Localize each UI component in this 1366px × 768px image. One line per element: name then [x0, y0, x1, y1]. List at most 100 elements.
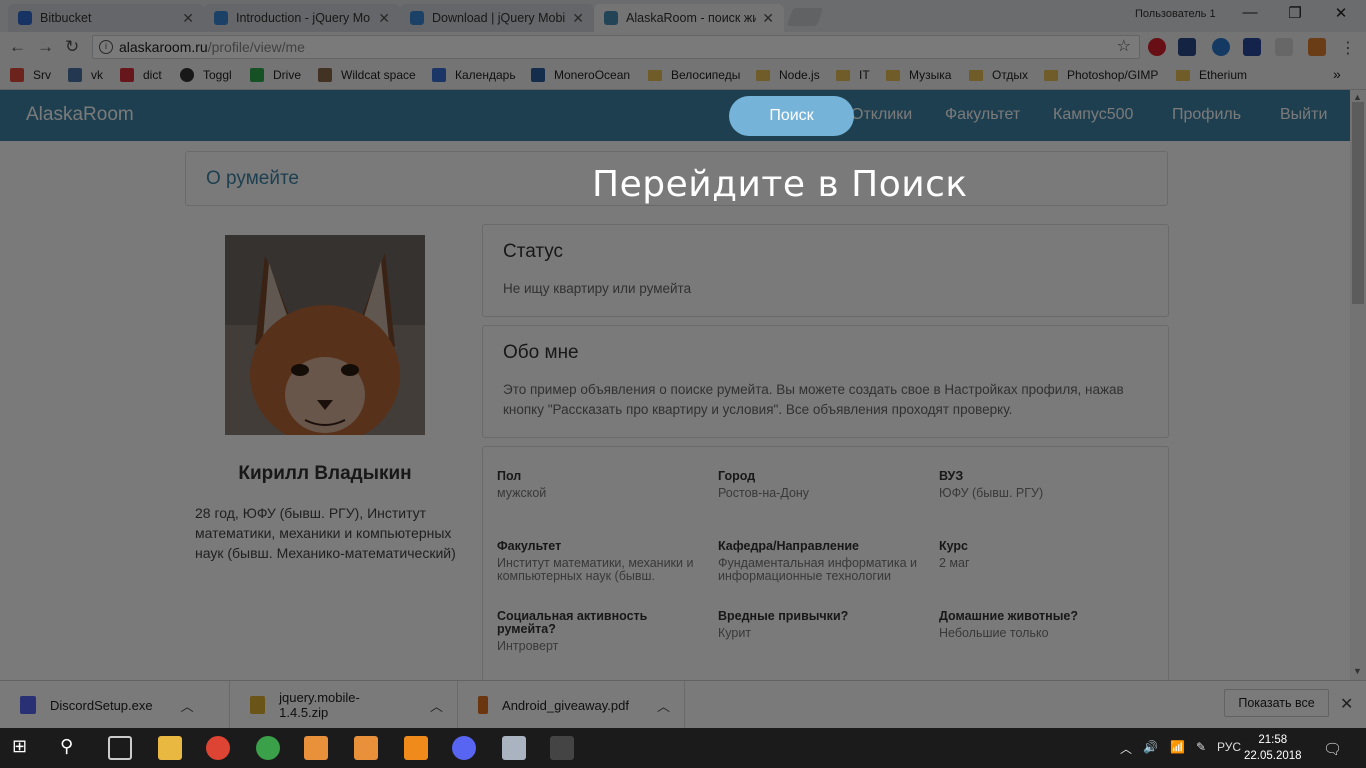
volume-icon[interactable]: 🔊: [1143, 740, 1158, 754]
show-all-downloads-button[interactable]: Показать все: [1224, 689, 1329, 717]
file-explorer-icon[interactable]: [158, 736, 182, 760]
download-item[interactable]: Android_giveaway.pdf ︿: [458, 681, 685, 729]
nav-responses[interactable]: Отклики: [851, 106, 912, 124]
profile-user-label[interactable]: Пользователь 1: [1135, 8, 1216, 20]
nav-logout[interactable]: Выйти: [1280, 106, 1327, 124]
scroll-up-icon[interactable]: ▲: [1353, 92, 1362, 102]
new-tab-button[interactable]: [786, 8, 824, 26]
chevron-up-icon[interactable]: ︿: [430, 696, 443, 715]
bookmark-folder[interactable]: Велосипеды: [648, 68, 740, 82]
nav-faculty[interactable]: Факультет: [945, 106, 1020, 124]
app-icon[interactable]: [354, 736, 378, 760]
bookmark-label: dict: [143, 68, 162, 82]
caracal-photo: [225, 235, 425, 435]
translate-icon[interactable]: [1178, 38, 1196, 56]
bookmark-srv[interactable]: Srv: [10, 68, 51, 82]
upwork-icon[interactable]: [256, 736, 280, 760]
field-label: Факультет: [497, 539, 562, 553]
bookmark-vk[interactable]: vk: [68, 68, 103, 82]
bookmark-folder[interactable]: Etherium: [1176, 68, 1247, 82]
download-item[interactable]: DiscordSetup.exe ︿: [0, 681, 230, 729]
folder-icon: [756, 69, 770, 81]
user-info: 28 год, ЮФУ (бывш. РГУ), Институт матема…: [195, 505, 456, 561]
bookmark-folder[interactable]: Отдых: [969, 68, 1028, 82]
nav-profile[interactable]: Профиль: [1172, 106, 1241, 124]
extension-icon[interactable]: [1212, 38, 1230, 56]
window-close-icon[interactable]: ✕: [1318, 4, 1364, 22]
minimize-icon[interactable]: —: [1227, 4, 1273, 21]
metamask-icon[interactable]: [1308, 38, 1326, 56]
discord-icon[interactable]: [452, 736, 476, 760]
sublime-icon[interactable]: [304, 736, 328, 760]
extension-icon[interactable]: [1243, 38, 1261, 56]
tab-title: Bitbucket: [40, 11, 92, 25]
chevron-up-icon[interactable]: ︿: [657, 696, 670, 715]
download-item[interactable]: jquery.mobile-1.4.5.zip ︿: [230, 681, 458, 729]
back-icon[interactable]: ←: [9, 37, 26, 57]
menu-icon[interactable]: ⋮: [1340, 38, 1358, 57]
tab-bitbucket[interactable]: Bitbucket ✕: [8, 4, 204, 32]
field-university: ВУЗ ЮФУ (бывш. РГУ): [939, 470, 1139, 500]
scrollbar-thumb[interactable]: [1352, 102, 1364, 304]
bookmark-star-icon[interactable]: ☆: [1117, 36, 1131, 58]
windows-start-icon[interactable]: ⊞: [12, 736, 36, 760]
bookmark-label: MoneroOcean: [554, 68, 631, 82]
chevron-up-icon[interactable]: ︿: [181, 696, 194, 715]
address-bar[interactable]: i alaskaroom.ru/profile/view/me ☆: [92, 35, 1140, 59]
bookmark-folder[interactable]: Node.js: [756, 68, 820, 82]
close-icon[interactable]: ✕: [572, 10, 584, 27]
extension-icon[interactable]: [1275, 38, 1293, 56]
reload-icon[interactable]: ↻: [65, 37, 79, 57]
bookmark-folder[interactable]: Музыка: [886, 68, 951, 82]
field-value: Фундаментальная информатика и информацио…: [718, 556, 917, 583]
tab-jquery-download[interactable]: Download | jQuery Mobil ✕: [400, 4, 594, 32]
forward-icon[interactable]: →: [37, 37, 54, 57]
close-icon[interactable]: ✕: [1340, 694, 1353, 714]
bookmark-dict[interactable]: dict: [120, 68, 162, 82]
folder-icon: [969, 69, 983, 81]
bookmark-drive[interactable]: Drive: [250, 68, 301, 82]
bookmark-folder[interactable]: IT: [836, 68, 870, 82]
close-icon[interactable]: ✕: [378, 10, 390, 27]
language-indicator[interactable]: РУС: [1217, 740, 1241, 754]
tab-jquery-intro[interactable]: Introduction - jQuery Mo ✕: [204, 4, 400, 32]
bookmark-wildcat[interactable]: Wildcat space: [318, 68, 416, 82]
toggl-icon: [180, 68, 194, 82]
vlc-icon[interactable]: [404, 736, 428, 760]
close-icon[interactable]: ✕: [762, 10, 774, 27]
opera-icon[interactable]: [1148, 38, 1166, 56]
bookmark-folder[interactable]: Photoshop/GIMP: [1044, 68, 1158, 82]
tab-alaskaroom[interactable]: AlaskaRoom - поиск жил ✕: [594, 4, 784, 32]
task-view-icon[interactable]: [108, 736, 132, 760]
site-brand[interactable]: AlaskaRoom: [26, 104, 134, 126]
bookmark-monero[interactable]: MoneroOcean: [531, 68, 630, 82]
nav-search-highlighted[interactable]: Поиск: [729, 96, 854, 136]
search-icon[interactable]: ⚲: [60, 736, 84, 760]
tray-chevron-icon[interactable]: ︿: [1120, 740, 1132, 757]
clock[interactable]: 21:58 22.05.2018: [1244, 732, 1302, 764]
wildcat-icon: [318, 68, 332, 82]
bookmark-label: Node.js: [779, 68, 820, 82]
app-icon[interactable]: [502, 736, 526, 760]
bookmark-label: Wildcat space: [341, 68, 416, 82]
folder-icon: [1044, 69, 1058, 81]
chrome-icon[interactable]: [206, 736, 230, 760]
bookmark-calendar[interactable]: Календарь: [432, 68, 516, 82]
app-icon[interactable]: [550, 736, 574, 760]
bookmark-toggl[interactable]: Toggl: [180, 68, 232, 82]
network-icon[interactable]: 📶: [1170, 740, 1185, 754]
bookmark-label: Toggl: [203, 68, 232, 82]
pen-icon[interactable]: ✎: [1196, 740, 1206, 754]
scroll-down-icon[interactable]: ▼: [1353, 666, 1362, 676]
bookmark-label: Отдых: [992, 68, 1029, 82]
notifications-icon[interactable]: 🗨: [1323, 740, 1342, 758]
page-scrollbar[interactable]: ▲ ▼: [1350, 90, 1366, 680]
field-label: ВУЗ: [939, 469, 964, 483]
about-me-title: Обо мне: [503, 342, 579, 363]
close-icon[interactable]: ✕: [182, 10, 194, 27]
info-icon[interactable]: i: [99, 40, 113, 54]
maximize-icon[interactable]: ❐: [1272, 4, 1318, 22]
field-label: Домашние животные?: [939, 609, 1078, 623]
more-bookmarks-button[interactable]: »: [1333, 66, 1341, 82]
nav-campus500[interactable]: Кампус500: [1053, 106, 1133, 124]
